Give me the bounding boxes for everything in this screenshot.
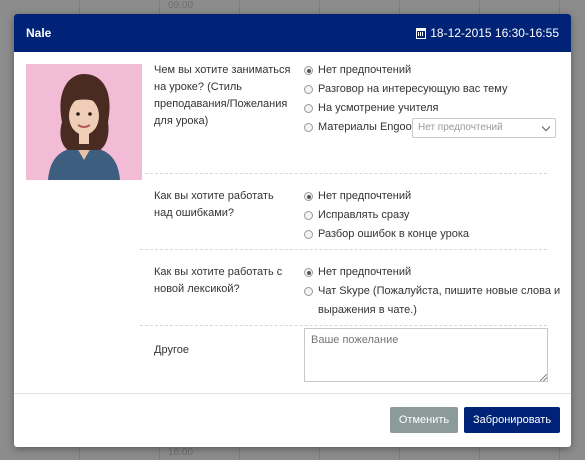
teacher-name: Nale [26, 26, 52, 40]
radio-checked-icon[interactable] [304, 192, 313, 201]
resize-handle-icon[interactable] [540, 374, 547, 381]
vocabulary-options: Нет предпочтений Чат Skype (Пожалуйста, … [304, 266, 560, 323]
radio-option[interactable]: Материалы Engoo Нет предпочтений [304, 118, 556, 140]
radio-icon[interactable] [304, 230, 313, 239]
radio-option[interactable]: Нет предпочтений [304, 190, 469, 209]
lesson-datetime: 18-12-2015 16:30-16:55 [416, 26, 559, 40]
option-label: На усмотрение учителя [318, 102, 439, 114]
lesson-style-options: Нет предпочтений Разговор на интересующу… [304, 64, 556, 140]
calendar-icon [416, 27, 427, 39]
materials-select[interactable]: Нет предпочтений [412, 118, 556, 138]
vocabulary-section: Как вы хотите работать с новой лексикой?… [140, 250, 560, 326]
modal-footer: Отменить Забронировать [14, 393, 571, 447]
error-correction-options: Нет предпочтений Исправлять сразу Разбор… [304, 190, 469, 247]
radio-option[interactable]: Чат Skype (Пожалуйста, пишите новые слов… [304, 285, 560, 304]
radio-option[interactable]: Разбор ошибок в конце урока [304, 228, 469, 247]
option-label: Чат Skype (Пожалуйста, пишите новые слов… [318, 285, 561, 297]
radio-option[interactable]: Разговор на интересующую вас тему [304, 83, 508, 102]
backdrop-time-label: 09:00 [168, 0, 194, 11]
option-label: Материалы Engoo [318, 121, 412, 133]
option-label: Исправлять сразу [318, 209, 410, 221]
lesson-style-section: Чем вы хотите заниматься на уроке? (Стил… [140, 60, 556, 174]
radio-icon[interactable] [304, 85, 313, 94]
radio-option[interactable]: Нет предпочтений [304, 266, 560, 285]
radio-icon[interactable] [304, 211, 313, 220]
vocabulary-question: Как вы хотите работать с новой лексикой? [154, 266, 283, 295]
modal-header: Nale 18-12-2015 16:30-16:55 [14, 14, 571, 52]
teacher-portrait-icon [26, 64, 142, 180]
radio-icon[interactable] [304, 287, 313, 296]
option-label-continuation: выражения в чате.) [304, 304, 560, 323]
radio-option[interactable]: Нет предпочтений [304, 64, 508, 83]
booking-modal: Nale 18-12-2015 16:30-16:55 Чем вы хотит… [14, 14, 571, 447]
radio-checked-icon[interactable] [304, 66, 313, 75]
option-label: выражения в чате.) [318, 304, 417, 316]
lesson-datetime-text: 18-12-2015 16:30-16:55 [430, 26, 559, 40]
lesson-style-question: Чем вы хотите заниматься на уроке? (Стил… [154, 64, 291, 127]
error-correction-question: Как вы хотите работать над ошибками? [154, 190, 274, 219]
option-label: Нет предпочтений [318, 190, 412, 202]
option-label: Нет предпочтений [318, 64, 412, 76]
teacher-photo [26, 64, 142, 180]
radio-option[interactable]: Исправлять сразу [304, 209, 469, 228]
select-value: Нет предпочтений [418, 122, 503, 133]
other-question: Другое [154, 344, 189, 356]
book-button[interactable]: Забронировать [464, 407, 560, 433]
error-correction-section: Как вы хотите работать над ошибками? Нет… [140, 174, 547, 250]
radio-icon[interactable] [304, 123, 313, 132]
option-label: Разговор на интересующую вас тему [318, 83, 508, 95]
wish-textarea[interactable] [304, 328, 548, 382]
backdrop-time-label: 16:00 [168, 447, 194, 458]
chevron-down-icon [541, 122, 551, 132]
option-label: Нет предпочтений [318, 266, 412, 278]
option-label: Разбор ошибок в конце урока [318, 228, 470, 240]
cancel-button[interactable]: Отменить [390, 407, 458, 433]
radio-icon[interactable] [304, 104, 313, 113]
radio-checked-icon[interactable] [304, 268, 313, 277]
